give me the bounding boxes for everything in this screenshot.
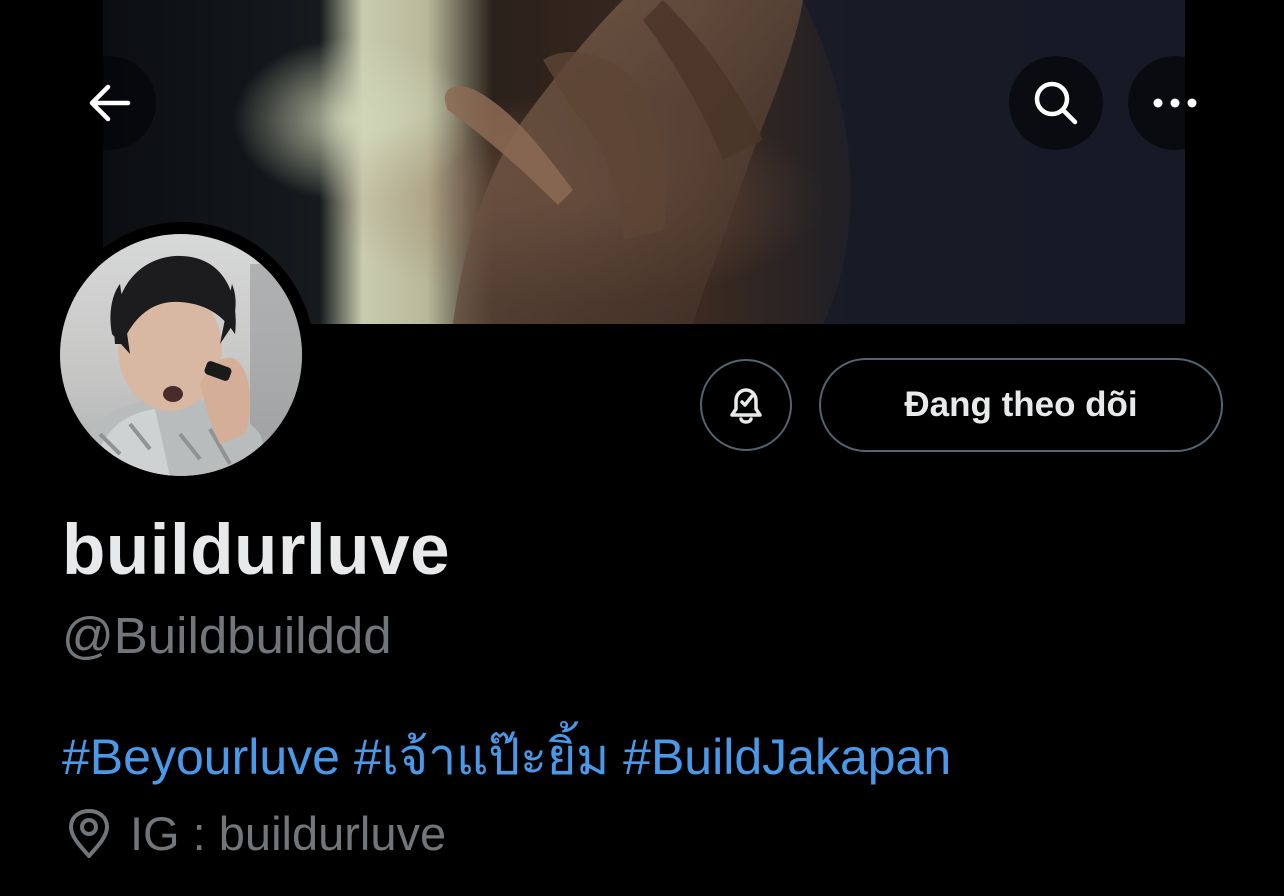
bio: #Beyourluve #เจ้าแป๊ะยิ้ม #BuildJakapan	[62, 718, 951, 797]
hashtag-link[interactable]: #เจ้าแป๊ะยิ้ม	[354, 729, 609, 785]
bell-check-icon	[730, 388, 762, 424]
hashtag-link[interactable]: #Beyourluve	[62, 729, 340, 785]
back-button[interactable]	[62, 56, 156, 150]
profile-page: Đang theo dõi buildurluve @Buildbuilddd …	[0, 0, 1284, 896]
more-options-button[interactable]	[1128, 56, 1222, 150]
location-row: IG : buildurluve	[66, 806, 446, 861]
hashtag-link[interactable]: #BuildJakapan	[623, 729, 951, 785]
more-horizontal-icon	[1153, 98, 1197, 108]
search-button[interactable]	[1009, 56, 1103, 150]
avatar-portrait	[80, 255, 302, 476]
display-name: buildurluve	[62, 511, 451, 590]
arrow-left-icon	[89, 84, 131, 122]
location-pin-icon	[69, 808, 109, 858]
notifications-button[interactable]	[700, 359, 792, 451]
username-handle: @Buildbuilddd	[62, 607, 392, 664]
search-icon	[1034, 81, 1078, 125]
avatar[interactable]	[60, 234, 302, 476]
location-text: IG : buildurluve	[130, 807, 447, 860]
following-button[interactable]: Đang theo dõi	[819, 358, 1223, 452]
